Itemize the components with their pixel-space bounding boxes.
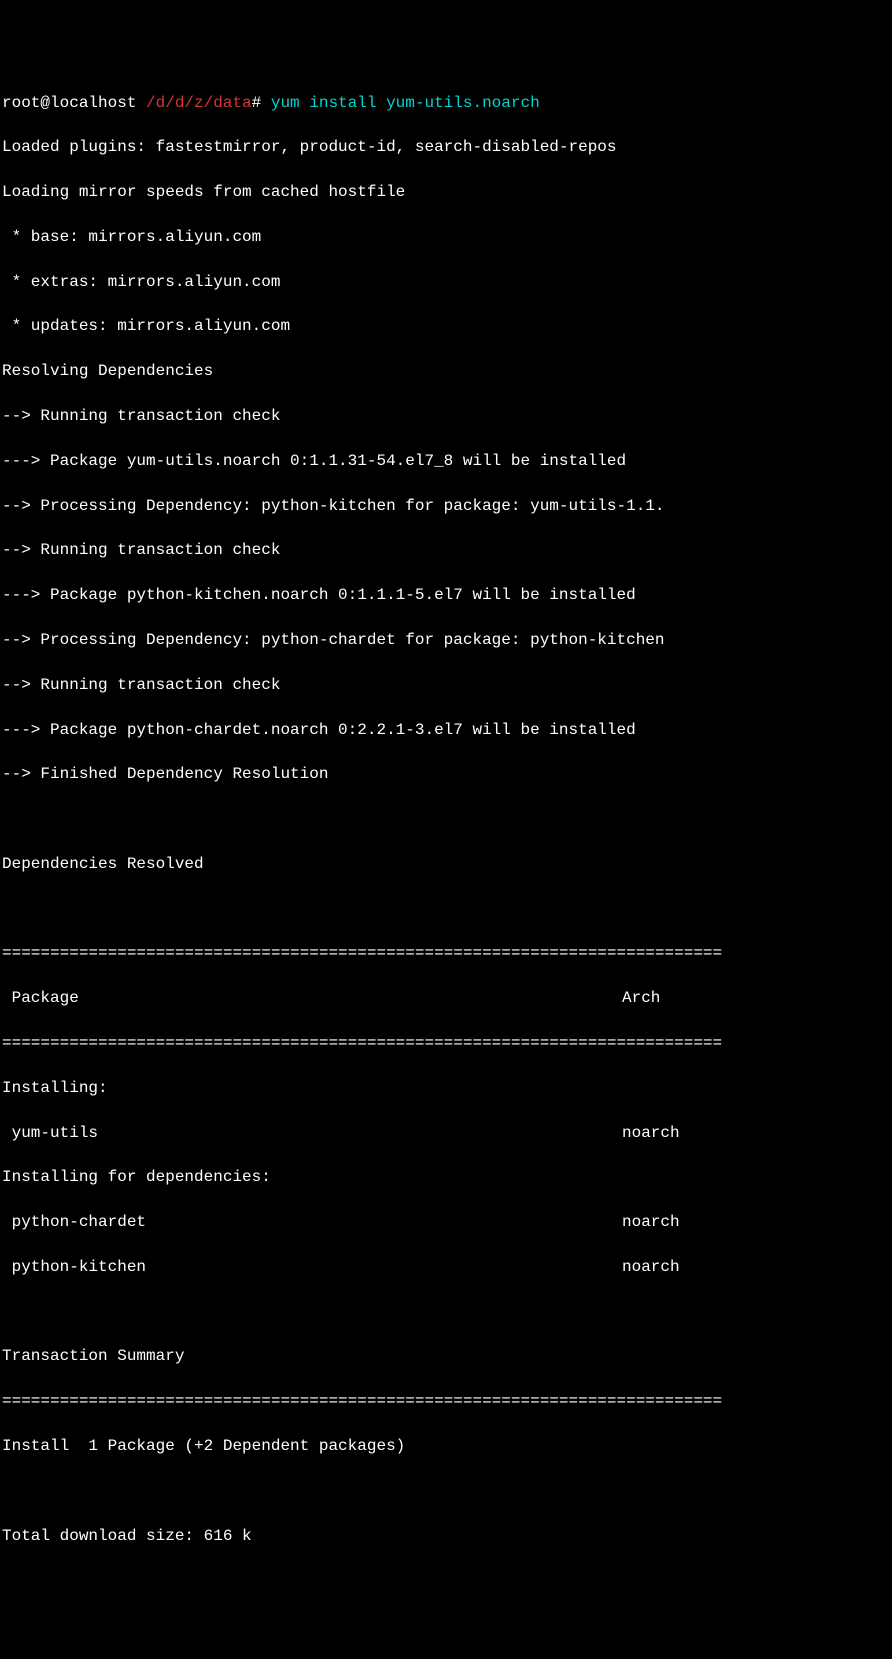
row-arch: noarch — [622, 1122, 680, 1144]
output-pkg2: ---> Package python-kitchen.noarch 0:1.1… — [2, 584, 890, 606]
total-download-size: Total download size: 616 k — [2, 1525, 890, 1547]
output-check2: --> Running transaction check — [2, 539, 890, 561]
blank-line — [2, 1480, 890, 1502]
table-row: python-chardetnoarch — [2, 1211, 890, 1233]
output-loaded-plugins: Loaded plugins: fastestmirror, product-i… — [2, 136, 890, 158]
output-check1: --> Running transaction check — [2, 405, 890, 427]
transaction-summary: Transaction Summary — [2, 1345, 890, 1367]
output-pkg1: ---> Package yum-utils.noarch 0:1.1.31-5… — [2, 450, 890, 472]
output-resolved: Dependencies Resolved — [2, 853, 890, 875]
table-header: PackageArch — [2, 987, 890, 1009]
output-mirror-updates: * updates: mirrors.aliyun.com — [2, 315, 890, 337]
output-dep1: --> Processing Dependency: python-kitche… — [2, 495, 890, 517]
output-check3: --> Running transaction check — [2, 674, 890, 696]
table-divider-top: ========================================… — [2, 942, 890, 964]
header-package: Package — [2, 987, 622, 1009]
installing-label: Installing: — [2, 1077, 890, 1099]
prompt-user-host: root@localhost — [2, 94, 136, 112]
output-mirror-base: * base: mirrors.aliyun.com — [2, 226, 890, 248]
row-package: yum-utils — [2, 1122, 622, 1144]
output-loading-mirror: Loading mirror speeds from cached hostfi… — [2, 181, 890, 203]
command-package: yum-utils.noarch — [386, 94, 540, 112]
command-action: install — [309, 94, 386, 112]
blank-line — [2, 1301, 890, 1323]
prompt-hash: # — [252, 94, 271, 112]
prompt-line[interactable]: root@localhost /d/d/z/data# yum install … — [2, 92, 890, 114]
blank-line — [2, 898, 890, 920]
blank-line — [2, 808, 890, 830]
output-finished: --> Finished Dependency Resolution — [2, 763, 890, 785]
row-arch: noarch — [622, 1211, 680, 1233]
prompt-path: /d/d/z/data — [136, 94, 251, 112]
command-yum: yum — [271, 94, 309, 112]
row-package: python-kitchen — [2, 1256, 622, 1278]
table-divider-mid: ========================================… — [2, 1032, 890, 1054]
row-package: python-chardet — [2, 1211, 622, 1233]
output-resolving: Resolving Dependencies — [2, 360, 890, 382]
header-arch: Arch — [622, 987, 660, 1009]
install-count: Install 1 Package (+2 Dependent packages… — [2, 1435, 890, 1457]
installing-deps-label: Installing for dependencies: — [2, 1166, 890, 1188]
table-divider-bottom: ========================================… — [2, 1390, 890, 1412]
output-dep2: --> Processing Dependency: python-charde… — [2, 629, 890, 651]
row-arch: noarch — [622, 1256, 680, 1278]
output-pkg3: ---> Package python-chardet.noarch 0:2.2… — [2, 719, 890, 741]
table-row: python-kitchennoarch — [2, 1256, 890, 1278]
table-row: yum-utilsnoarch — [2, 1122, 890, 1144]
output-mirror-extras: * extras: mirrors.aliyun.com — [2, 271, 890, 293]
